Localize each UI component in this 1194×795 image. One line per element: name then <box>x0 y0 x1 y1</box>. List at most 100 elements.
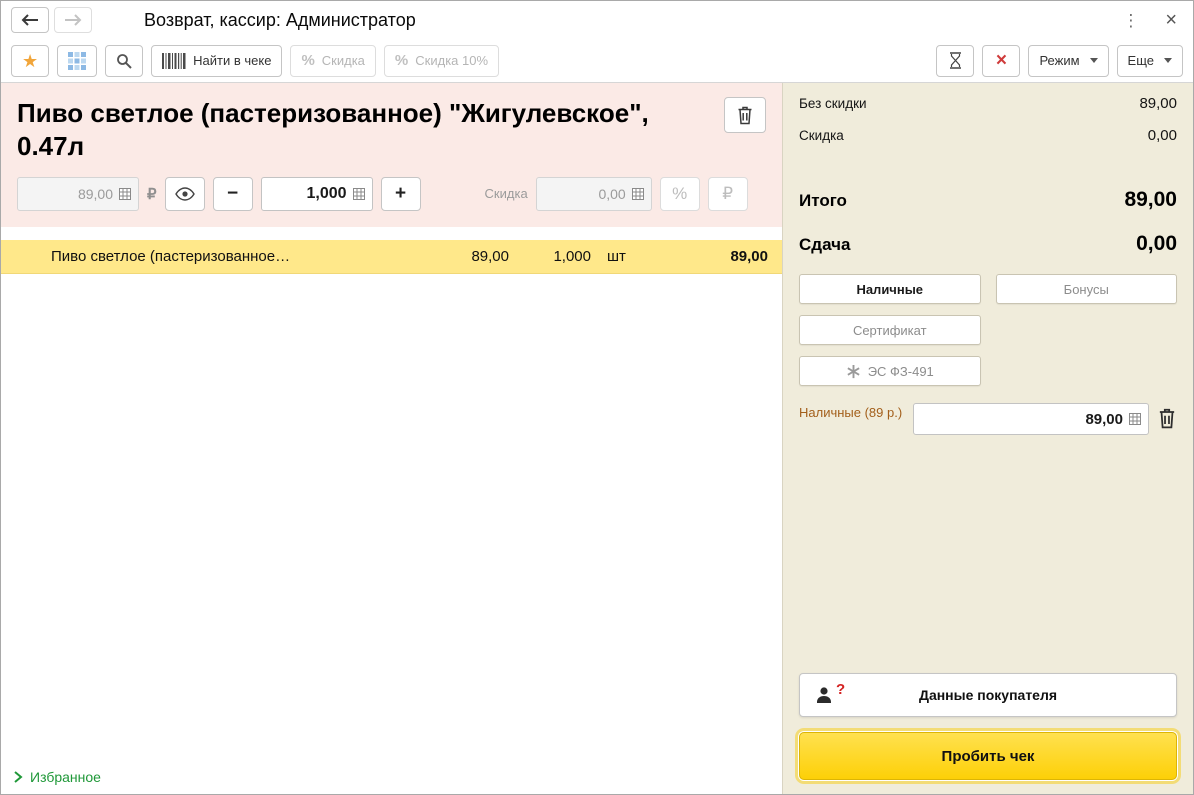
cash-amount-input[interactable] <box>922 410 1123 428</box>
star-icon: ★ <box>22 50 39 71</box>
submit-receipt-label: Пробить чек <box>941 747 1035 765</box>
asterisk-icon <box>847 364 860 378</box>
change-label: Сдача <box>799 235 851 254</box>
row-unit: шт <box>607 247 626 265</box>
hourglass-icon <box>949 52 961 69</box>
trash-icon <box>738 106 752 125</box>
increase-qty-button[interactable]: + <box>380 176 421 211</box>
item-discount-field <box>535 176 652 211</box>
receipt-area: Пиво светлое (пастеризованное) "Жигулевс… <box>1 83 782 794</box>
row-total: 89,00 <box>730 247 768 265</box>
row-price: 89,00 <box>471 247 509 265</box>
toolbar: ★ Найти в чеке % Скидка % Скидка 10% × Р… <box>1 39 1193 83</box>
pay-certificate-button[interactable]: Сертификат <box>799 315 981 345</box>
view-item-button[interactable] <box>164 176 205 211</box>
pay-cash-button[interactable]: Наличные <box>799 274 981 304</box>
submit-receipt-button[interactable]: Пробить чек <box>799 732 1177 780</box>
calculator-icon <box>119 187 131 200</box>
cash-payment-line: Наличные (89 р.) <box>799 403 1177 435</box>
mode-button-label: Режим <box>1039 53 1080 68</box>
total-label: Итого <box>799 191 847 210</box>
calculator-icon <box>352 187 365 200</box>
panel-spacer <box>799 435 1177 673</box>
cash-amount-field <box>913 403 1149 435</box>
discount-10-button: % Скидка 10% <box>383 44 500 77</box>
find-in-receipt-label: Найти в чеке <box>193 53 272 68</box>
change-value: 0,00 <box>1136 232 1177 255</box>
person-icon <box>817 687 831 703</box>
receipt-row-selected[interactable]: Пиво светлое (пастеризованное… 89,00 1,0… <box>1 239 782 274</box>
postpone-receipt-button[interactable] <box>936 44 975 77</box>
window-menu-icon[interactable]: ⋮ <box>1122 12 1139 29</box>
percent-icon: % <box>301 52 315 69</box>
barcode-icon <box>162 52 186 69</box>
minus-icon: − <box>226 183 239 204</box>
no-discount-row: Без скидки 89,00 <box>799 95 1177 112</box>
trash-icon <box>1159 408 1175 429</box>
paygrid-empty-cell <box>996 315 1178 345</box>
item-discount-input <box>544 185 626 202</box>
more-button-label: Еще <box>1127 53 1154 68</box>
summary-discount-label: Скидка <box>799 128 844 143</box>
discount-row: Скидка 0,00 <box>799 127 1177 144</box>
arrow-left-icon <box>21 14 38 26</box>
calculator-icon <box>631 187 644 200</box>
nav-button-group <box>11 7 92 33</box>
percent-icon: % <box>394 52 409 69</box>
chevron-down-icon <box>1164 58 1172 63</box>
payment-panel: Без скидки 89,00 Скидка 0,00 Итого 89,00… <box>782 83 1193 794</box>
change-row: Сдача 0,00 <box>799 232 1177 256</box>
pay-cash-label: Наличные <box>856 281 924 297</box>
pay-bonus-label: Бонусы <box>1063 281 1109 297</box>
grid-icon <box>68 51 87 70</box>
item-controls: ₽ − + Скидка <box>17 176 766 211</box>
no-discount-label: Без скидки <box>799 96 867 111</box>
pay-certificate-label: Сертификат <box>852 322 927 338</box>
favorites-label: Избранное <box>30 769 101 785</box>
decrease-qty-button[interactable]: − <box>212 176 253 211</box>
chevron-right-icon <box>14 771 23 783</box>
favorites-toggle[interactable]: Избранное <box>1 760 782 794</box>
titlebar-controls: ⋮ × <box>1122 10 1177 30</box>
quick-goods-button[interactable] <box>57 44 98 77</box>
customer-data-button[interactable]: ? Данные покупателя <box>799 673 1177 717</box>
chevron-down-icon <box>1089 58 1098 63</box>
delete-item-button[interactable] <box>724 97 766 133</box>
close-icon[interactable]: × <box>1165 10 1177 30</box>
remove-payment-button[interactable] <box>1157 403 1177 429</box>
window-title: Возврат, кассир: Администратор <box>144 9 416 30</box>
customer-icon-group: ? <box>814 681 845 705</box>
question-mark-icon: ? <box>836 681 846 698</box>
no-discount-value: 89,00 <box>1139 95 1177 112</box>
receipt-table: Пиво светлое (пастеризованное… 89,00 1,0… <box>1 239 782 274</box>
discount-button-label: Скидка <box>321 53 365 68</box>
arrow-right-icon <box>65 14 82 26</box>
red-x-icon: × <box>995 50 1007 71</box>
back-button[interactable] <box>11 7 49 33</box>
percent-icon: % <box>672 183 688 203</box>
ruble-sign: ₽ <box>147 185 157 203</box>
paygrid-empty-cell <box>996 356 1178 386</box>
total-row: Итого 89,00 <box>799 188 1177 212</box>
total-value: 89,00 <box>1124 188 1177 211</box>
pay-es-fz491-button[interactable]: ЭС ФЗ-491 <box>799 356 981 386</box>
titlebar: Возврат, кассир: Администратор ⋮ × <box>1 1 1193 39</box>
payment-type-buttons: Наличные Бонусы Сертификат ЭС ФЗ-491 <box>799 274 1177 386</box>
more-button[interactable]: Еще <box>1116 44 1183 77</box>
ruble-icon: ₽ <box>722 183 734 203</box>
search-button[interactable] <box>105 44 144 77</box>
search-icon <box>117 53 132 69</box>
favorites-star-button[interactable]: ★ <box>11 44 50 77</box>
find-in-receipt-button[interactable]: Найти в чеке <box>151 44 283 77</box>
row-product-name: Пиво светлое (пастеризованное… <box>51 247 291 265</box>
cancel-receipt-button[interactable]: × <box>982 44 1021 77</box>
mode-button[interactable]: Режим <box>1028 44 1109 77</box>
content: Пиво светлое (пастеризованное) "Жигулевс… <box>1 83 1193 794</box>
product-title: Пиво светлое (пастеризованное) "Жигулевс… <box>17 98 649 161</box>
price-field <box>17 176 139 211</box>
price-input <box>26 185 113 202</box>
quantity-input[interactable] <box>269 184 347 203</box>
discount-button: % Скидка <box>290 44 376 77</box>
pay-bonus-button[interactable]: Бонусы <box>995 274 1177 304</box>
forward-button <box>54 7 92 33</box>
